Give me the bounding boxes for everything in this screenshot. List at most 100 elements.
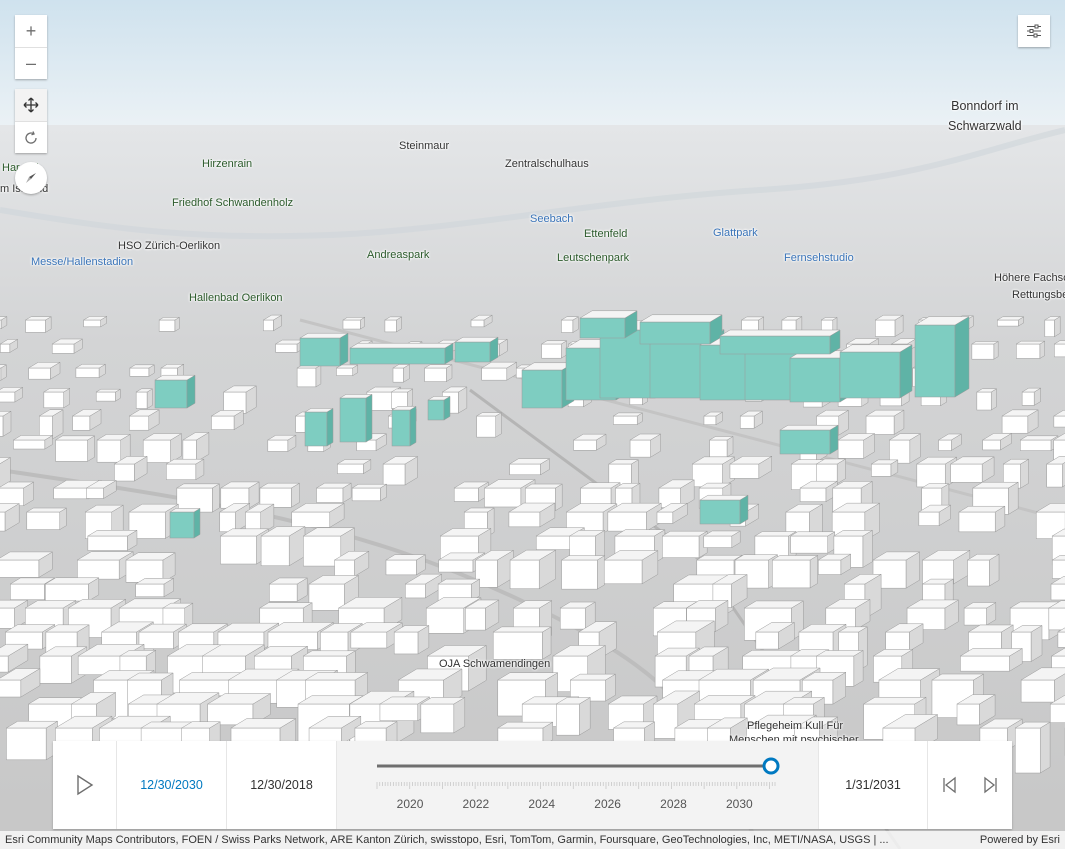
building <box>837 433 876 459</box>
building <box>296 364 322 388</box>
building <box>393 625 430 655</box>
highlighted-building <box>719 329 841 355</box>
step-forward-icon <box>984 776 997 794</box>
powered-by-esri[interactable]: Powered by Esri <box>980 834 1060 846</box>
building <box>351 483 388 502</box>
highlighted-building <box>779 424 839 455</box>
building <box>1051 555 1065 579</box>
sliders-icon <box>1027 24 1041 38</box>
building <box>86 529 138 551</box>
slider-track-area[interactable]: 2020 2022 2024 2026 2028 2030 <box>337 741 818 829</box>
play-button[interactable] <box>53 741 117 829</box>
building <box>865 409 905 435</box>
attribution-text[interactable]: Esri Community Maps Contributors, FOEN /… <box>5 834 889 846</box>
building <box>475 412 503 438</box>
place-label: Glattpark <box>713 227 758 239</box>
place-label: Andreaspark <box>367 249 430 261</box>
highlighted-building <box>639 314 723 345</box>
building <box>1043 316 1062 338</box>
building <box>385 554 427 576</box>
place-label: Pflegeheim Kull Für <box>747 720 843 732</box>
zoom-out-button[interactable]: – <box>15 47 47 79</box>
attribution-bar: Esri Community Maps Contributors, FOEN /… <box>0 831 1065 849</box>
highlighted-building <box>839 344 913 399</box>
scene-view[interactable] <box>0 0 1065 849</box>
building <box>51 338 84 354</box>
building <box>629 433 662 458</box>
place-label: Ettenfeld <box>584 228 628 240</box>
building <box>259 482 301 508</box>
building <box>135 388 154 409</box>
highlighted-building <box>427 395 451 421</box>
next-button[interactable] <box>970 741 1012 829</box>
highlighted-building <box>169 507 201 539</box>
building <box>560 555 606 590</box>
compass-icon <box>26 173 36 183</box>
play-icon <box>76 774 93 796</box>
building <box>75 363 107 378</box>
year-tick-label: 2022 <box>463 797 490 811</box>
pan-button[interactable] <box>15 89 47 121</box>
building <box>1001 409 1040 434</box>
building <box>134 577 175 598</box>
region-label-line: Schwarzwald <box>948 119 1022 133</box>
building <box>158 316 181 332</box>
building <box>874 314 905 337</box>
region-label: Bonndorf im Schwarzwald <box>948 96 1022 136</box>
place-label: Leutschenpark <box>557 252 630 264</box>
place-label: Friedhof Schwandenholz <box>172 197 294 209</box>
current-date: 12/30/2030 <box>117 741 227 829</box>
zoom-control: + – <box>15 15 47 79</box>
building <box>142 433 183 463</box>
place-label: HSO Zürich-Oerlikon <box>118 240 221 252</box>
building <box>1015 340 1046 359</box>
building <box>24 316 53 333</box>
place-label: Steinmaur <box>399 140 450 152</box>
building <box>702 530 742 549</box>
max-date: 1/31/2031 <box>818 741 928 829</box>
place-label: Rettungsbe <box>1012 289 1065 301</box>
navigation-toggle <box>15 89 47 153</box>
building <box>390 388 414 409</box>
building <box>509 549 557 590</box>
building <box>266 434 297 452</box>
building <box>25 507 68 531</box>
zoom-in-button[interactable]: + <box>15 15 47 47</box>
building <box>54 435 96 462</box>
building <box>1014 721 1051 774</box>
building <box>996 316 1025 327</box>
building <box>268 577 309 602</box>
place-label: Seebach <box>530 213 574 225</box>
place-label: Fernsehstudio <box>784 252 854 264</box>
sky <box>0 0 1065 140</box>
highlighted-building <box>299 332 349 367</box>
building <box>222 385 258 414</box>
rotate-button[interactable] <box>15 121 47 153</box>
building <box>508 458 551 476</box>
building <box>661 530 709 559</box>
building <box>963 602 997 626</box>
building <box>1019 435 1059 452</box>
building <box>315 482 353 503</box>
building <box>606 502 663 532</box>
move-icon <box>23 97 39 113</box>
highlighted-building <box>339 393 373 443</box>
building <box>540 340 568 359</box>
step-back-icon <box>943 776 956 794</box>
building <box>453 481 490 502</box>
building <box>95 388 122 402</box>
highlighted-building <box>154 374 196 409</box>
slider-track[interactable]: 2020 2022 2024 2026 2028 2030 <box>337 741 818 829</box>
previous-button[interactable] <box>928 741 970 829</box>
building <box>175 483 221 513</box>
highlighted-building <box>914 316 970 398</box>
highlighted-building <box>391 405 417 447</box>
compass-button[interactable] <box>15 162 47 194</box>
building <box>419 696 466 734</box>
building <box>480 361 518 381</box>
settings-button[interactable] <box>1018 15 1050 47</box>
slider-thumb[interactable] <box>762 757 780 775</box>
building <box>603 550 659 585</box>
building <box>5 720 59 761</box>
building <box>210 409 245 431</box>
